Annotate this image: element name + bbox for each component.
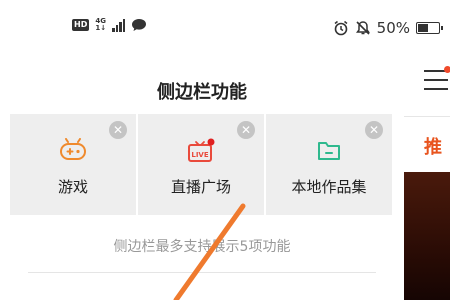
feature-item-local-works[interactable]: ✕ 本地作品集 [266,114,392,215]
divider [404,116,450,117]
live-icon: LIVE [188,138,215,162]
content-image[interactable] [404,172,450,300]
menu-icon[interactable] [424,70,448,92]
network-type-icon: 4G 1↓ [95,18,106,32]
gamepad-icon [60,138,86,160]
network-sub-text: 1↓ [95,24,107,32]
notification-dot [444,66,450,73]
sidebar-feature-grid: ✕ 游戏 ✕ LIVE 直播广场 ✕ 本地作品集 [10,114,392,215]
limit-hint: 侧边栏最多支持展示5项功能 [113,239,291,255]
remove-icon[interactable]: ✕ [109,121,127,139]
status-bar-right: 50% [333,19,443,37]
mute-icon [355,21,370,35]
alarm-icon [334,20,348,36]
signal-icon [112,18,126,32]
feature-label: 直播广场 [170,178,231,196]
feature-item-game[interactable]: ✕ 游戏 [10,114,136,215]
feature-item-live-square[interactable]: ✕ LIVE 直播广场 [138,114,264,215]
feature-label: 本地作品集 [291,178,367,196]
folder-icon [318,142,340,160]
status-bar-left: HD 4G 1↓ [72,18,147,32]
hd-icon: HD [72,19,90,31]
svg-text:LIVE: LIVE [191,151,208,159]
divider [28,272,376,273]
remove-icon[interactable]: ✕ [237,121,255,139]
page-title: 侧边栏功能 [157,82,247,103]
main-page-peek[interactable]: 推 [404,60,450,300]
battery-fill [418,24,428,32]
message-icon [132,19,147,31]
tab-recommend[interactable]: 推 [424,133,442,159]
remove-icon[interactable]: ✕ [365,121,383,139]
battery-percent: 50% [376,19,410,37]
feature-label: 游戏 [57,178,88,196]
battery-icon [416,22,443,34]
